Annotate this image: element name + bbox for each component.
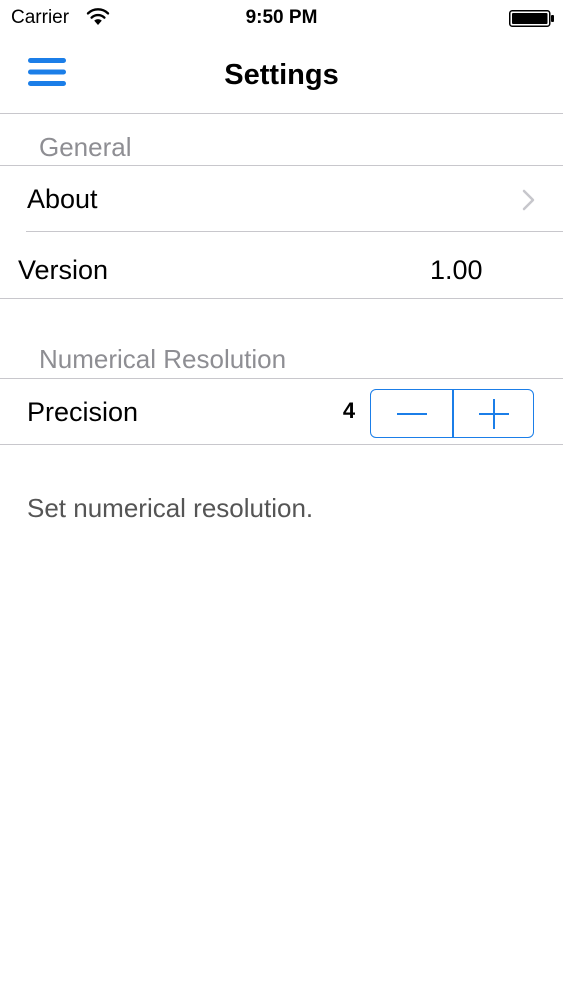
minus-icon [397, 413, 427, 415]
plus-icon [479, 399, 509, 429]
divider [0, 444, 563, 445]
divider [0, 298, 563, 299]
page-title: Settings [224, 59, 339, 91]
divider [26, 231, 563, 232]
section-header-general: General [39, 132, 132, 162]
battery-icon [509, 10, 555, 27]
precision-label: Precision [27, 397, 139, 427]
decrement-button[interactable] [371, 390, 452, 437]
increment-button[interactable] [453, 390, 533, 437]
chevron-right-icon [522, 189, 536, 211]
version-value: 1.00 [430, 255, 483, 285]
precision-value: 4 [342, 398, 356, 423]
about-row[interactable]: About [0, 167, 563, 231]
section-header-numerical-resolution: Numerical Resolution [39, 344, 287, 374]
status-time: 9:50 PM [245, 7, 318, 28]
settings-screen: Carrier 9:50 PM Settings General About V… [0, 0, 563, 1000]
precision-stepper[interactable] [370, 389, 534, 438]
divider [0, 378, 563, 379]
about-label: About [27, 184, 98, 214]
divider [0, 165, 563, 166]
navigation-bar: Settings [0, 38, 563, 114]
version-label: Version [18, 255, 109, 285]
section-footer-text: Set numerical resolution. [27, 493, 314, 523]
status-bar: Carrier 9:50 PM [0, 0, 563, 38]
